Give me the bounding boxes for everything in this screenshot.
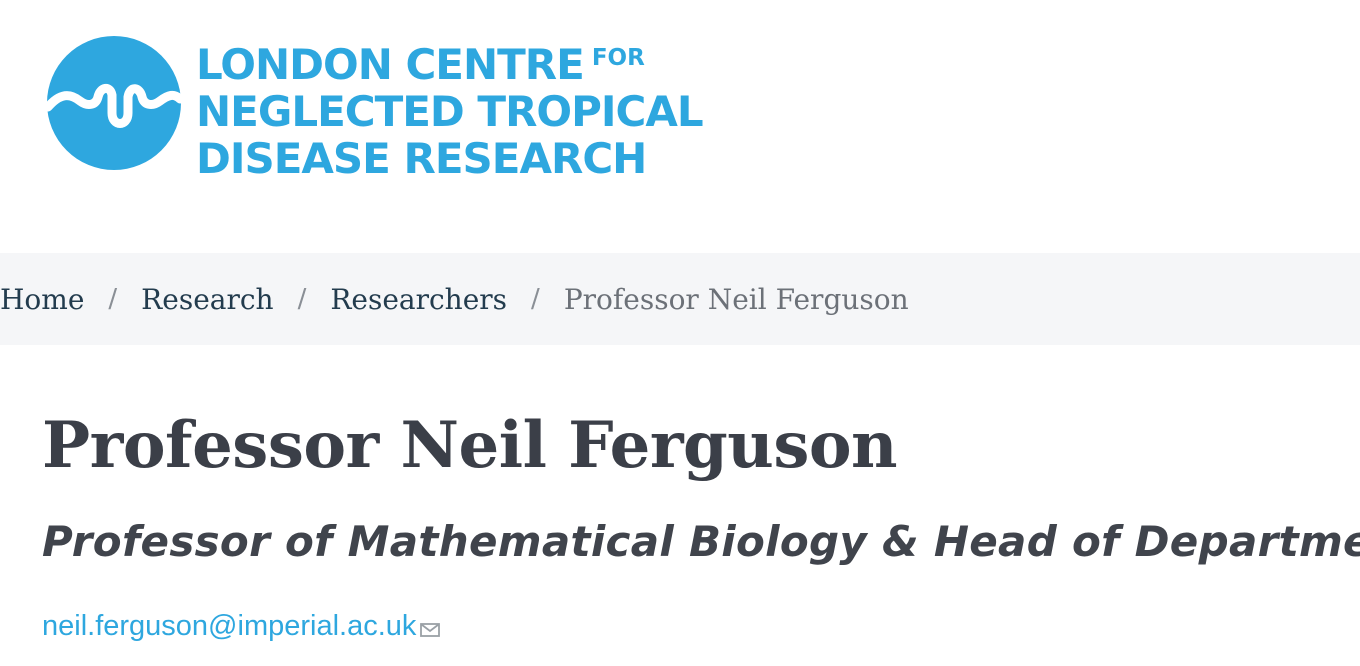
logo-wordmark: LONDON CENTRE FOR NEGLECTED TROPICAL DISE… (196, 35, 716, 182)
breadcrumb-separator: / (297, 284, 307, 314)
page-title: Professor Neil Ferguson (42, 408, 898, 483)
breadcrumb-research-link[interactable]: Research (141, 283, 273, 316)
email-address: neil.ferguson@imperial.ac.uk (42, 610, 417, 642)
logo-line-3: DISEASE RESEARCH (196, 134, 647, 183)
logo-line-1: LONDON CENTRE FOR (196, 40, 645, 89)
logo-line-2: NEGLECTED TROPICAL (196, 87, 704, 136)
site-logo[interactable]: LONDON CENTRE FOR NEGLECTED TROPICAL DISE… (46, 35, 704, 182)
breadcrumb-separator: / (108, 284, 118, 314)
logo-worm-icon (46, 36, 182, 170)
breadcrumb-home-link[interactable]: Home (0, 283, 84, 316)
breadcrumb-separator: / (531, 284, 540, 314)
breadcrumb-current-page: Professor Neil Ferguson (563, 282, 909, 316)
email-link[interactable]: neil.ferguson@imperial.ac.uk (42, 610, 441, 643)
breadcrumb: Home / Research / Researchers / Professo… (0, 253, 1360, 345)
breadcrumb-researchers-link[interactable]: Researchers (330, 283, 507, 316)
researcher-role: Professor of Mathematical Biology & Head… (42, 517, 1360, 566)
logo-for-text: FOR (591, 45, 645, 71)
mail-icon (420, 622, 441, 637)
